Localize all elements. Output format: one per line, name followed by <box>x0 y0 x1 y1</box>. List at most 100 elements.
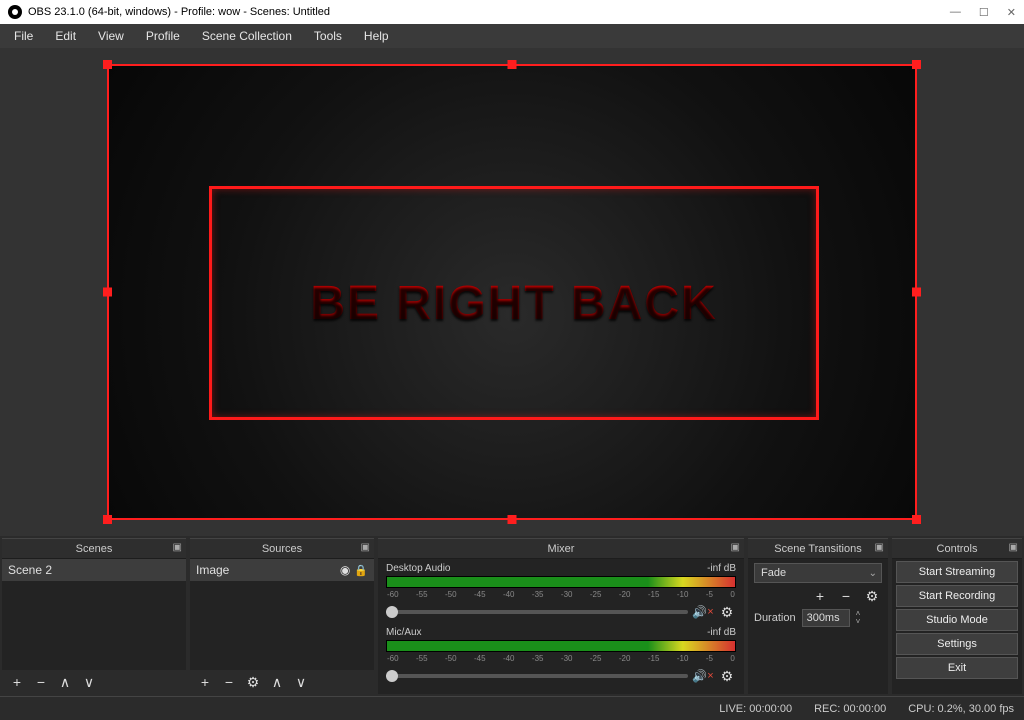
resize-handle[interactable] <box>508 515 517 524</box>
source-label: Image <box>196 563 229 577</box>
resize-handle[interactable] <box>912 288 921 297</box>
sources-header: Sources ▣ <box>190 539 374 559</box>
window-title: OBS 23.1.0 (64-bit, windows) - Profile: … <box>28 6 944 18</box>
duration-input[interactable]: 300ms <box>802 609 850 627</box>
minimize-button[interactable]: — <box>950 6 961 19</box>
eye-icon[interactable]: ◉ <box>340 563 350 577</box>
preview-canvas-wrap[interactable]: BE RIGHT BACK <box>107 64 917 520</box>
scenes-list[interactable]: Scene 2 <box>2 559 186 670</box>
settings-button[interactable]: Settings <box>896 633 1018 655</box>
scene-up-button[interactable]: ∧ <box>54 672 76 692</box>
mixer-body: Desktop Audio -inf dB -60-55-50-45-40-35-… <box>378 559 744 694</box>
sources-title: Sources <box>262 543 302 555</box>
mute-icon[interactable]: 🔊× <box>694 603 712 621</box>
dock-icon[interactable]: ▣ <box>1009 542 1018 553</box>
resize-handle[interactable] <box>103 515 112 524</box>
mute-icon[interactable]: 🔊× <box>694 667 712 685</box>
sources-panel: Sources ▣ Image ◉ 🔒 + − ⚙ ∧ ∨ <box>190 538 374 694</box>
source-properties-button[interactable]: ⚙ <box>242 672 264 692</box>
add-source-button[interactable]: + <box>194 672 216 692</box>
meter-ticks: -60-55-50-45-40-35-30-25-20-15-10-50 <box>386 654 736 663</box>
status-rec: REC: 00:00:00 <box>814 703 886 715</box>
lock-icon[interactable]: 🔒 <box>354 564 368 577</box>
remove-scene-button[interactable]: − <box>30 672 52 692</box>
meter-ticks: -60-55-50-45-40-35-30-25-20-15-10-50 <box>386 590 736 599</box>
resize-handle[interactable] <box>508 60 517 69</box>
menu-help[interactable]: Help <box>354 25 399 47</box>
volume-meter <box>386 576 736 588</box>
scene-down-button[interactable]: ∨ <box>78 672 100 692</box>
scenes-panel: Scenes ▣ Scene 2 + − ∧ ∨ <box>2 538 186 694</box>
start-recording-button[interactable]: Start Recording <box>896 585 1018 607</box>
exit-button[interactable]: Exit <box>896 657 1018 679</box>
source-down-button[interactable]: ∨ <box>290 672 312 692</box>
transition-value: Fade <box>761 567 786 579</box>
titlebar: OBS 23.1.0 (64-bit, windows) - Profile: … <box>0 0 1024 24</box>
mixer-header: Mixer ▣ <box>378 539 744 559</box>
preview-canvas[interactable]: BE RIGHT BACK <box>107 64 917 520</box>
channel-settings-icon[interactable]: ⚙ <box>718 603 736 621</box>
channel-name: Desktop Audio <box>386 563 451 574</box>
studio-mode-button[interactable]: Studio Mode <box>896 609 1018 631</box>
overlay-text: BE RIGHT BACK <box>310 276 717 331</box>
dock-icon[interactable]: ▣ <box>361 542 370 553</box>
menu-scene-collection[interactable]: Scene Collection <box>192 25 302 47</box>
scenes-title: Scenes <box>76 543 113 555</box>
dock-icon[interactable]: ▣ <box>731 542 740 553</box>
remove-source-button[interactable]: − <box>218 672 240 692</box>
source-item[interactable]: Image ◉ 🔒 <box>190 559 374 581</box>
transitions-panel: Scene Transitions ▣ Fade ⌄ + − ⚙ Duratio… <box>748 538 888 694</box>
add-scene-button[interactable]: + <box>6 672 28 692</box>
sources-list[interactable]: Image ◉ 🔒 <box>190 559 374 670</box>
dock-icon[interactable]: ▣ <box>173 542 182 553</box>
maximize-button[interactable]: ☐ <box>979 6 989 19</box>
resize-handle[interactable] <box>103 60 112 69</box>
obs-logo-icon <box>8 5 22 19</box>
mixer-channel: Mic/Aux -inf dB -60-55-50-45-40-35-30-25-… <box>378 623 744 687</box>
resize-handle[interactable] <box>912 515 921 524</box>
dock-icon[interactable]: ▣ <box>875 542 884 553</box>
controls-panel: Controls ▣ Start Streaming Start Recordi… <box>892 538 1022 694</box>
duration-value: 300ms <box>807 612 840 624</box>
channel-settings-icon[interactable]: ⚙ <box>718 667 736 685</box>
resize-handle[interactable] <box>103 288 112 297</box>
scenes-header: Scenes ▣ <box>2 539 186 559</box>
transitions-title: Scene Transitions <box>774 543 861 555</box>
mixer-title: Mixer <box>548 543 575 555</box>
close-button[interactable]: ✕ <box>1007 6 1016 19</box>
mixer-panel: Mixer ▣ Desktop Audio -inf dB -60-55-50-4… <box>378 538 744 694</box>
overlay-frame: BE RIGHT BACK <box>209 186 819 420</box>
duration-label: Duration <box>754 612 796 624</box>
volume-slider[interactable] <box>386 610 688 614</box>
menubar: File Edit View Profile Scene Collection … <box>0 24 1024 48</box>
menu-file[interactable]: File <box>4 25 43 47</box>
remove-transition-button[interactable]: − <box>836 587 856 605</box>
preview-area[interactable]: BE RIGHT BACK <box>0 48 1024 536</box>
scene-item[interactable]: Scene 2 <box>2 559 186 581</box>
channel-level: -inf dB <box>707 563 736 574</box>
menu-edit[interactable]: Edit <box>45 25 86 47</box>
transition-select[interactable]: Fade ⌄ <box>754 563 882 583</box>
status-live: LIVE: 00:00:00 <box>719 703 792 715</box>
duration-down-button[interactable]: ˅ <box>856 618 861 626</box>
chevron-down-icon: ⌄ <box>869 568 877 579</box>
source-up-button[interactable]: ∧ <box>266 672 288 692</box>
start-streaming-button[interactable]: Start Streaming <box>896 561 1018 583</box>
status-cpu: CPU: 0.2%, 30.00 fps <box>908 703 1014 715</box>
volume-slider[interactable] <box>386 674 688 678</box>
transition-properties-button[interactable]: ⚙ <box>862 587 882 605</box>
menu-profile[interactable]: Profile <box>136 25 190 47</box>
channel-name: Mic/Aux <box>386 627 422 638</box>
bottom-dock: Scenes ▣ Scene 2 + − ∧ ∨ Sources ▣ Image… <box>0 536 1024 696</box>
resize-handle[interactable] <box>912 60 921 69</box>
statusbar: LIVE: 00:00:00 REC: 00:00:00 CPU: 0.2%, … <box>0 696 1024 720</box>
mixer-channel: Desktop Audio -inf dB -60-55-50-45-40-35-… <box>378 559 744 623</box>
volume-meter <box>386 640 736 652</box>
sources-toolbar: + − ⚙ ∧ ∨ <box>190 670 374 694</box>
scenes-toolbar: + − ∧ ∨ <box>2 670 186 694</box>
menu-tools[interactable]: Tools <box>304 25 352 47</box>
menu-view[interactable]: View <box>88 25 134 47</box>
add-transition-button[interactable]: + <box>810 587 830 605</box>
scene-label: Scene 2 <box>8 563 52 577</box>
channel-level: -inf dB <box>707 627 736 638</box>
